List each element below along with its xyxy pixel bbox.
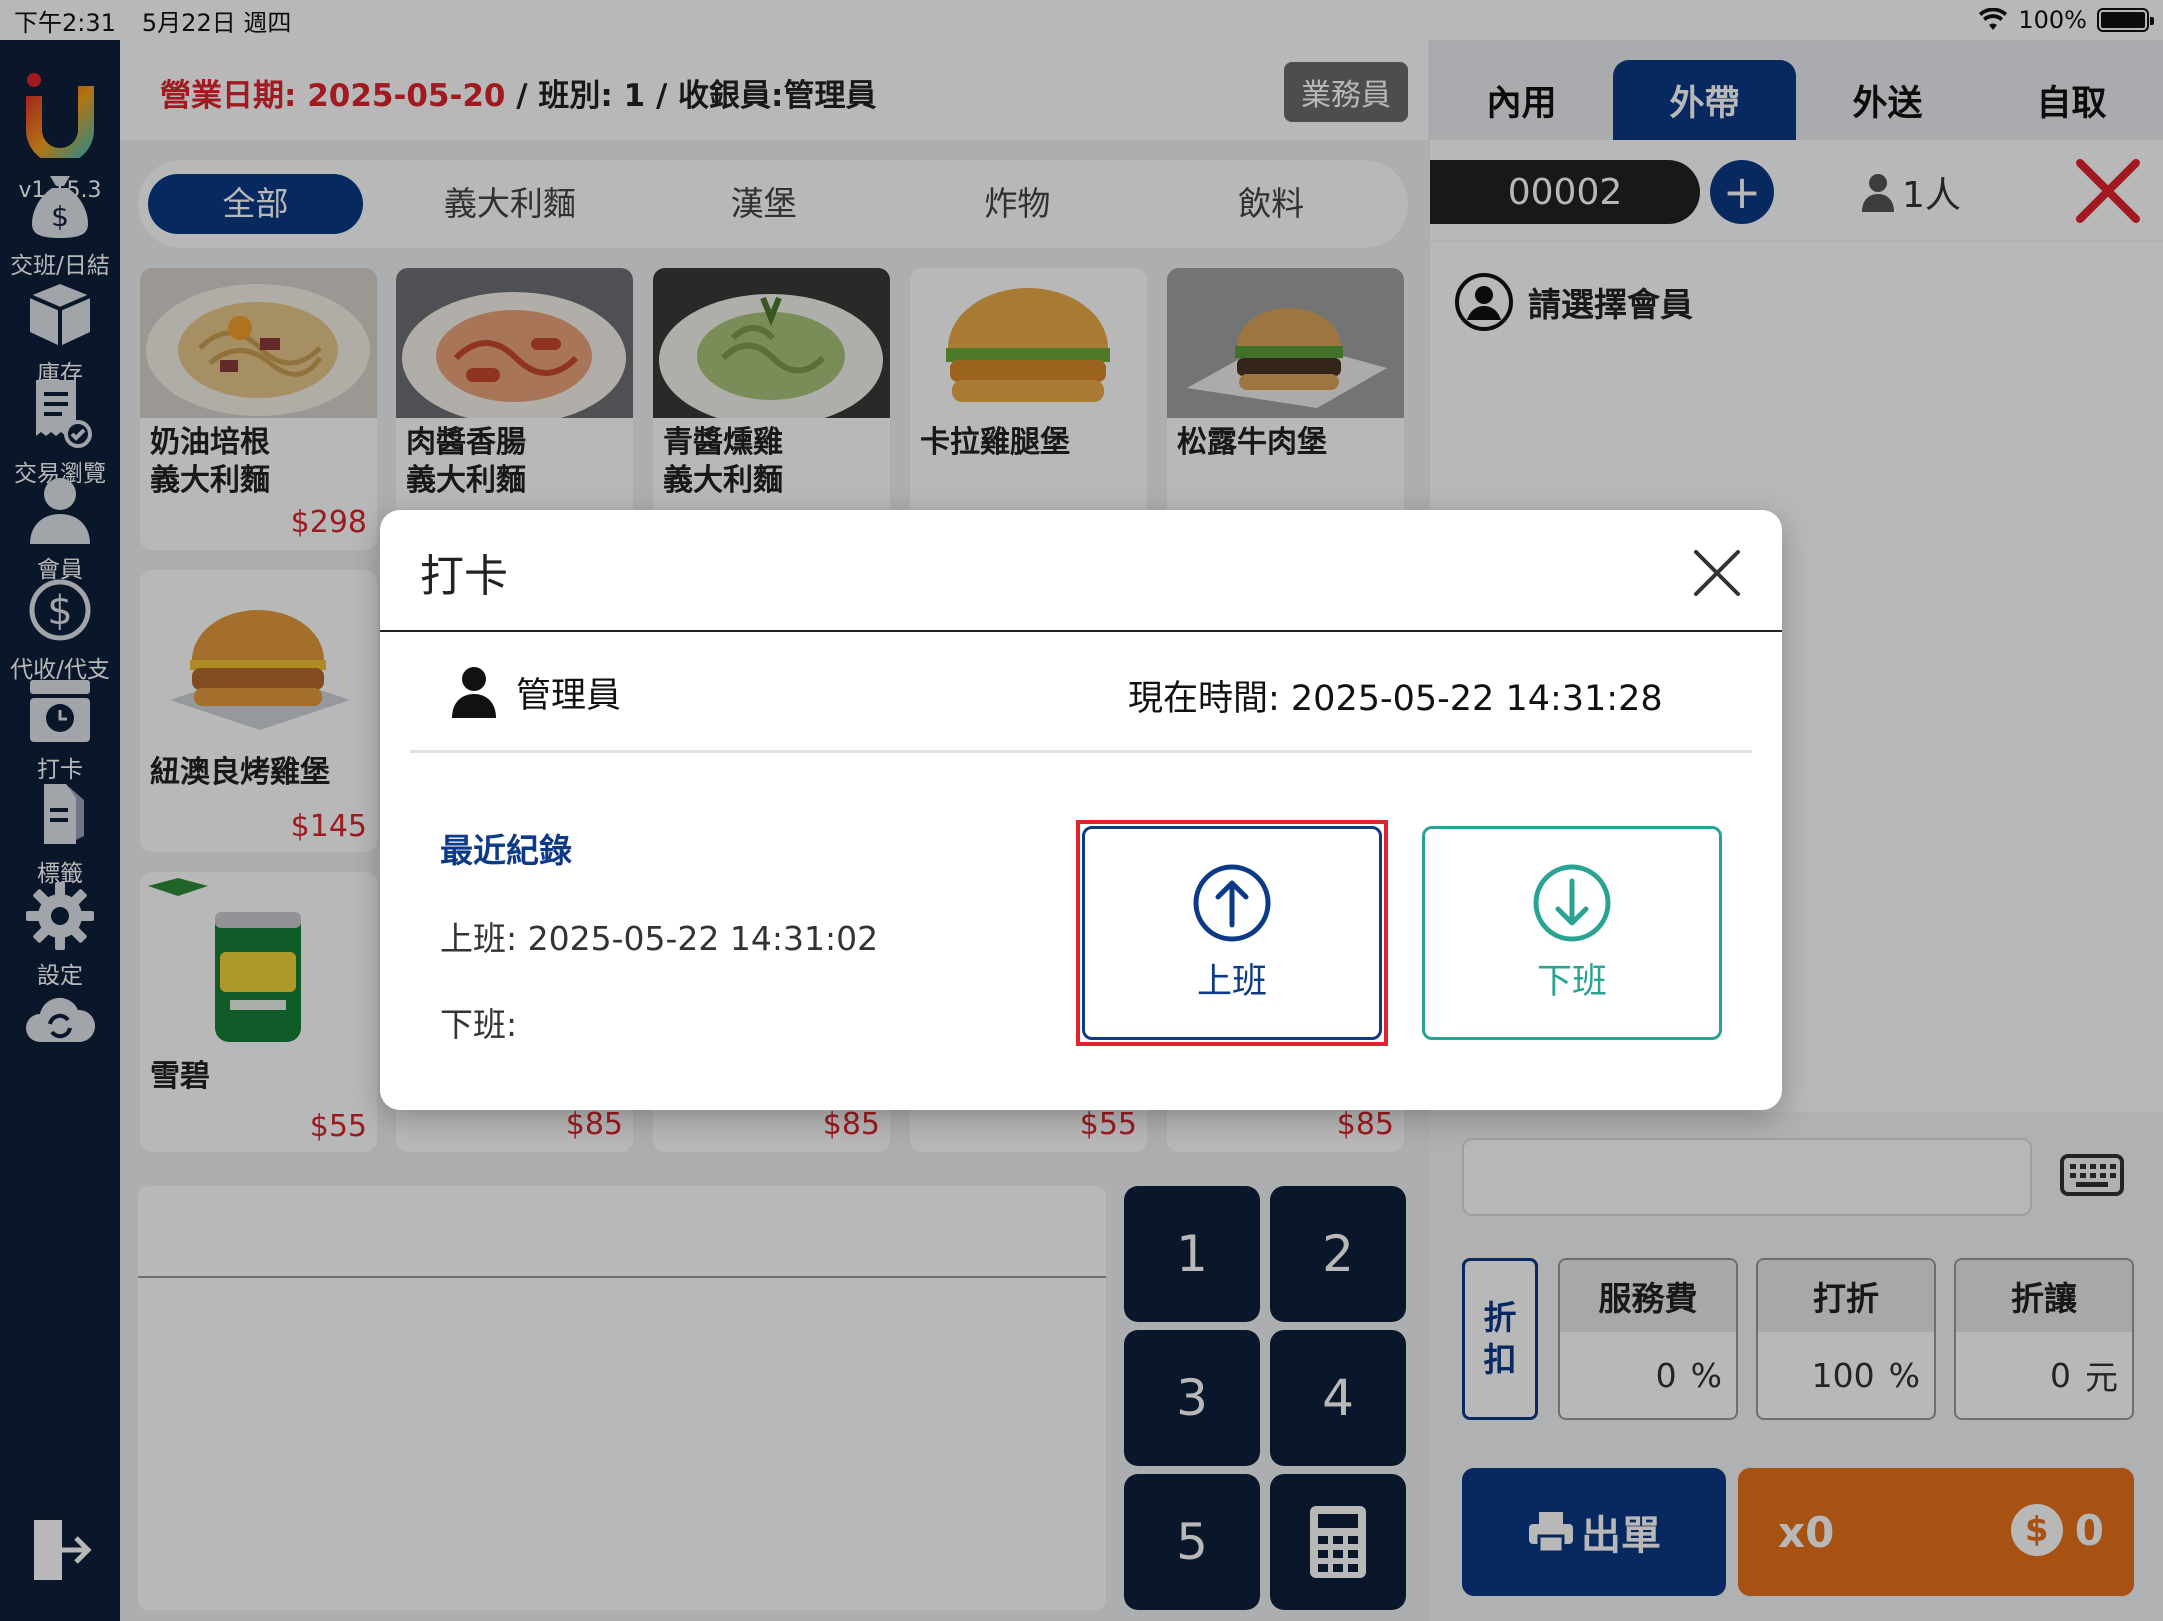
last-clock-in: 上班: 2025-05-22 14:31:02 [440, 919, 879, 958]
arrow-up-circle-icon [1193, 864, 1271, 941]
dialog-header-divider [380, 630, 1782, 632]
clock-in-label: 上班 [1196, 961, 1267, 1002]
dialog-user: 管理員 [450, 666, 621, 718]
last-clock-out: 下班: [440, 1005, 518, 1044]
clock-in-button[interactable]: 上班 [1082, 826, 1382, 1040]
dialog-user-name: 管理員 [516, 675, 622, 716]
person-icon [452, 667, 496, 718]
dialog-title: 打卡 [420, 551, 508, 602]
clock-out-label: 下班 [1536, 961, 1607, 1002]
current-time: 現在時間: 2025-05-22 14:31:28 [1128, 679, 1663, 719]
dialog-divider [410, 750, 1752, 753]
arrow-down-circle-icon [1533, 864, 1611, 941]
close-icon[interactable] [1690, 546, 1744, 600]
recent-records-title: 最近紀錄 [440, 831, 572, 870]
clock-out-button[interactable]: 下班 [1422, 826, 1722, 1040]
clock-in-dialog: 打卡 管理員 現在時間: 2025-05-22 14:31:28 最近紀錄 上班… [380, 510, 1782, 1110]
